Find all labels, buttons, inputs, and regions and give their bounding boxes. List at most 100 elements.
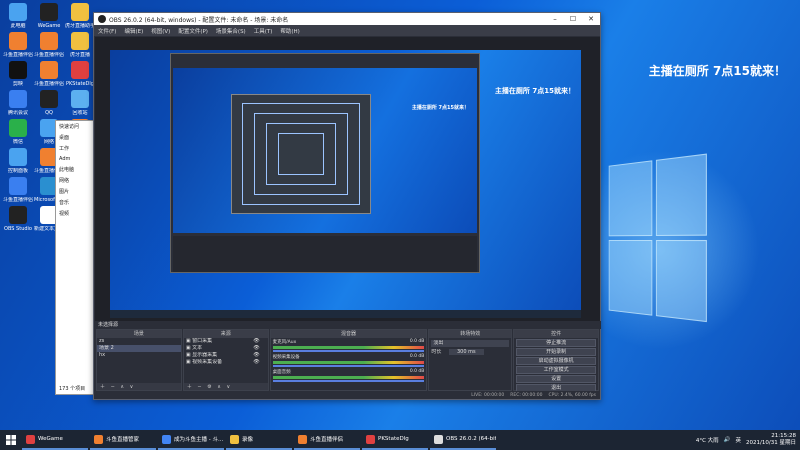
desktop-icon[interactable]: 剪映 <box>3 61 33 87</box>
obs-titlebar[interactable]: OBS 26.0.2 (64-bit, windows) - 配置文件: 未命名… <box>94 13 600 25</box>
desktop-icon[interactable]: 斗鱼直播伴侣 <box>3 32 33 58</box>
volume-fader[interactable] <box>272 350 425 352</box>
explorer-nav-item[interactable]: 快速访问 <box>56 121 94 132</box>
desktop-icon-label: 斗鱼直播伴侣 <box>34 81 64 87</box>
weather-text[interactable]: 4°C 大雨 <box>696 436 719 444</box>
nested-banner: 主播在厕所 7点15就来！ <box>411 105 469 111</box>
taskbar-app-button[interactable]: WeGame <box>22 430 88 450</box>
transition-type-select[interactable]: 淡出 <box>431 340 510 347</box>
dock-panels: 场景 zs 场景 2 hx ＋ − ∧ ∨ 来源 ▣ 窗口采集 👁 ▣ 文本 👁 ▣ 显示器… <box>96 329 600 392</box>
sources-toolbar[interactable]: ＋ − ⚙ ∧ ∨ <box>183 383 268 390</box>
scene-item[interactable]: hx <box>97 352 181 359</box>
visibility-icon[interactable]: 👁 <box>253 359 267 366</box>
desktop-icon[interactable]: 斗鱼直播伴侣 <box>34 61 64 87</box>
visibility-icon[interactable]: 👁 <box>253 352 267 359</box>
volume-meter <box>272 376 425 379</box>
desktop-icon-label: PKStateDlg <box>66 81 94 87</box>
menu-item[interactable]: 配置文件(P) <box>174 27 212 35</box>
scenes-panel: 场景 zs 场景 2 hx ＋ − ∧ ∨ <box>96 329 182 391</box>
explorer-nav-item[interactable]: 音乐 <box>56 197 94 208</box>
control-button[interactable]: 工作室模式 <box>516 366 596 374</box>
input-method[interactable]: 英 <box>736 436 742 444</box>
menu-item[interactable]: 场景集合(S) <box>212 27 250 35</box>
app-icon <box>40 32 58 50</box>
desktop-icon[interactable]: 控制面板 <box>3 148 33 174</box>
source-item[interactable]: ▣ 视频采集设备 👁 <box>184 359 268 366</box>
desktop-icon[interactable]: QQ <box>34 90 64 116</box>
menu-item[interactable]: 工具(T) <box>250 27 277 35</box>
taskbar-app-icon <box>366 434 375 444</box>
taskbar-app-button[interactable]: OBS 26.0.2 (64-bit... <box>430 430 496 450</box>
desktop-icon[interactable]: 斗鱼直播伴侣 <box>3 177 33 203</box>
preview-taskbar <box>110 310 581 318</box>
explorer-nav-item[interactable]: 桌面 <box>56 132 94 143</box>
volume-icon[interactable]: 🔊 <box>724 437 731 443</box>
scene-item[interactable]: 场景 2 <box>97 345 181 352</box>
explorer-nav-item[interactable]: 工作 <box>56 143 94 154</box>
clock-date: 2021/10/31 星期日 <box>746 440 796 446</box>
desktop-icon[interactable]: 此电脑 <box>3 3 33 29</box>
file-explorer-window[interactable]: 快速访问 桌面 工作 Adm 此电脑 网络 图片 音乐 视频 173 个项目 <box>55 120 95 395</box>
taskbar-app-label: 斗鱼直播伴侣 <box>310 437 344 443</box>
visibility-icon[interactable]: 👁 <box>253 338 267 345</box>
transition-duration[interactable]: 时长 300 ms <box>429 349 511 356</box>
source-item[interactable]: ▣ 窗口采集 👁 <box>184 338 268 345</box>
explorer-nav-item[interactable]: 图片 <box>56 186 94 197</box>
system-tray: 4°C 大雨 🔊 英 21:15:28 2021/10/31 星期日 <box>696 433 800 447</box>
taskbar-app-button[interactable]: 斗鱼直播管家 <box>90 430 156 450</box>
taskbar-app-button[interactable]: 录像 <box>226 430 292 450</box>
nested-dock <box>173 236 477 272</box>
preview-canvas[interactable]: 主播在厕所 7点15就来！ 主播在厕所 7点15就来！ <box>110 50 581 318</box>
maximize-icon[interactable]: ☐ <box>564 15 582 23</box>
desktop-icon-label: 斗鱼直播伴侣 <box>3 52 33 58</box>
app-icon <box>71 3 89 21</box>
close-icon[interactable]: ✕ <box>582 15 600 23</box>
taskbar-app-button[interactable]: 斗鱼直播伴侣 <box>294 430 360 450</box>
scene-item[interactable]: zs <box>97 338 181 345</box>
desktop-icon[interactable]: 回收站 <box>65 90 95 116</box>
volume-meter <box>272 361 425 364</box>
explorer-nav-item[interactable]: 网络 <box>56 175 94 186</box>
taskbar-app-button[interactable]: 成为斗鱼主播 - 斗... <box>158 430 224 450</box>
explorer-nav-item[interactable]: 视频 <box>56 208 94 219</box>
control-button[interactable]: 停止推流 <box>516 339 596 347</box>
desktop-icon[interactable]: 腾讯会议 <box>3 90 33 116</box>
taskbar-app-icon <box>434 434 443 444</box>
desktop-icon[interactable]: 虎牙直播助手 <box>65 3 95 29</box>
menu-item[interactable]: 文件(F) <box>94 27 120 35</box>
control-button[interactable]: 启动虚拟摄像机 <box>516 357 596 365</box>
desktop-icon-label: QQ <box>45 110 53 116</box>
desktop-icon[interactable]: 虎牙直播 <box>65 32 95 58</box>
visibility-icon[interactable]: 👁 <box>253 345 267 352</box>
explorer-nav-item[interactable]: 此电脑 <box>56 164 94 175</box>
taskbar-app-button[interactable]: PKStateDlg <box>362 430 428 450</box>
clock[interactable]: 21:15:28 2021/10/31 星期日 <box>746 433 796 447</box>
control-button[interactable]: 开始录制 <box>516 348 596 356</box>
control-button[interactable]: 设置 <box>516 375 596 383</box>
windows-start-icon <box>6 435 16 445</box>
source-item[interactable]: ▣ 显示器采集 👁 <box>184 352 268 359</box>
menu-item[interactable]: 视图(V) <box>147 27 174 35</box>
start-button[interactable] <box>0 430 22 450</box>
status-bar: LIVE: 00:00:00 REC: 00:00:00 CPU: 2.4%, … <box>96 391 600 399</box>
volume-fader[interactable] <box>272 365 425 367</box>
volume-fader[interactable] <box>272 380 425 382</box>
preview-area[interactable]: 主播在厕所 7点15就来！ 主播在厕所 7点15就来！ <box>95 37 600 321</box>
mixer-track: 麦克风/Aux 0.0 dB <box>271 338 427 353</box>
desktop-icon[interactable]: 微信 <box>3 119 33 145</box>
desktop-icon[interactable]: WeGame <box>34 3 64 29</box>
app-icon <box>9 3 27 21</box>
source-item[interactable]: ▣ 文本 👁 <box>184 345 268 352</box>
duration-value[interactable]: 300 ms <box>448 349 484 355</box>
menu-item[interactable]: 编辑(E) <box>120 27 147 35</box>
app-icon <box>71 61 89 79</box>
desktop-icon[interactable]: PKStateDlg <box>65 61 95 87</box>
obs-window[interactable]: OBS 26.0.2 (64-bit, windows) - 配置文件: 未命名… <box>93 12 601 400</box>
desktop-icon[interactable]: OBS Studio <box>3 206 33 232</box>
window-title: OBS 26.0.2 (64-bit, windows) - 配置文件: 未命名… <box>109 16 289 24</box>
scenes-toolbar[interactable]: ＋ − ∧ ∨ <box>97 383 181 390</box>
desktop-icon[interactable]: 斗鱼直播伴侣 <box>34 32 64 58</box>
explorer-nav-item[interactable]: Adm <box>56 154 94 164</box>
menu-item[interactable]: 帮助(H) <box>276 27 303 35</box>
minimize-icon[interactable]: – <box>546 15 564 23</box>
